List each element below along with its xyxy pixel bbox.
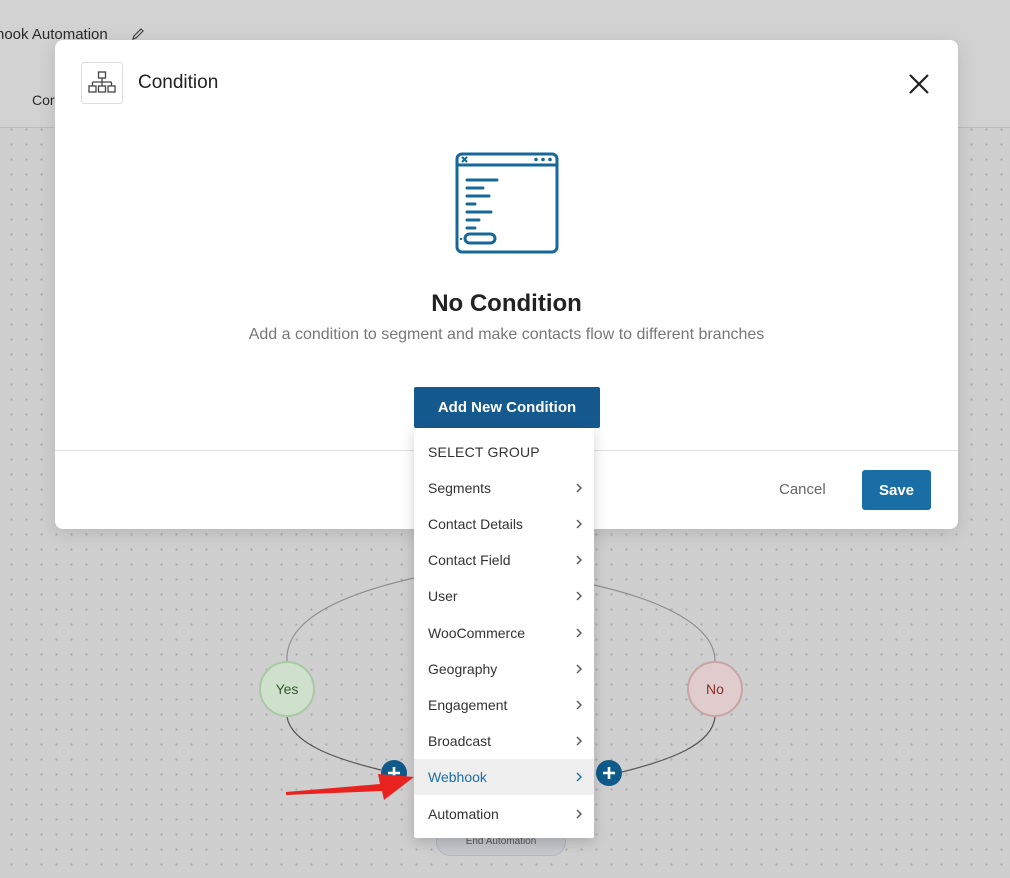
dropdown-item-label: Segments xyxy=(428,480,492,496)
chevron-right-icon xyxy=(576,700,582,710)
plus-icon xyxy=(603,767,615,779)
red-arrow-annotation xyxy=(286,774,414,800)
dropdown-item-contact-details[interactable]: Contact Details xyxy=(414,506,594,542)
empty-state-title: No Condition xyxy=(431,290,582,317)
no-label: No xyxy=(706,681,724,697)
condition-group-dropdown: SELECT GROUP Segments Contact Details Co… xyxy=(414,428,594,838)
chevron-right-icon xyxy=(576,664,582,674)
dropdown-item-label: Automation xyxy=(428,806,499,822)
dropdown-item-engagement[interactable]: Engagement xyxy=(414,687,594,723)
dropdown-header: SELECT GROUP xyxy=(428,444,540,460)
condition-icon-box xyxy=(81,62,123,104)
add-new-condition-button[interactable]: Add New Condition xyxy=(414,387,600,428)
dropdown-item-label: Webhook xyxy=(428,769,487,785)
chevron-right-icon xyxy=(576,519,582,529)
add-step-right-button[interactable] xyxy=(596,760,622,786)
dropdown-item-woocommerce[interactable]: WooCommerce xyxy=(414,615,594,651)
dropdown-item-contact-field[interactable]: Contact Field xyxy=(414,542,594,578)
no-branch-node[interactable]: No xyxy=(687,661,743,717)
dropdown-item-label: Contact Details xyxy=(428,516,523,532)
dropdown-item-broadcast[interactable]: Broadcast xyxy=(414,723,594,759)
dropdown-item-segments[interactable]: Segments xyxy=(414,470,594,506)
empty-state-subtitle: Add a condition to segment and make cont… xyxy=(248,326,765,343)
hierarchy-icon xyxy=(88,71,116,93)
dropdown-item-webhook[interactable]: Webhook xyxy=(414,759,594,795)
dropdown-item-label: Contact Field xyxy=(428,552,511,568)
tab-partial[interactable]: Cor xyxy=(32,92,55,108)
browser-window-icon xyxy=(455,152,559,254)
chevron-right-icon xyxy=(576,483,582,493)
chevron-right-icon xyxy=(576,736,582,746)
dropdown-item-automation[interactable]: Automation xyxy=(414,796,594,832)
yes-label: Yes xyxy=(275,681,299,697)
dropdown-item-label: Engagement xyxy=(428,697,508,713)
close-icon[interactable] xyxy=(908,73,930,95)
dropdown-item-label: User xyxy=(428,588,458,604)
save-button[interactable]: Save xyxy=(862,470,931,510)
dropdown-item-label: WooCommerce xyxy=(428,625,525,641)
dropdown-item-label: Geography xyxy=(428,661,498,677)
cancel-button[interactable]: Cancel xyxy=(779,481,826,498)
chevron-right-icon xyxy=(576,772,582,782)
dropdown-item-geography[interactable]: Geography xyxy=(414,651,594,687)
dropdown-item-label: Broadcast xyxy=(428,733,492,749)
dropdown-item-user[interactable]: User xyxy=(414,578,594,614)
chevron-right-icon xyxy=(576,591,582,601)
chevron-right-icon xyxy=(576,809,582,819)
modal-title: Condition xyxy=(138,72,219,93)
yes-branch-node[interactable]: Yes xyxy=(259,661,315,717)
chevron-right-icon xyxy=(576,555,582,565)
chevron-right-icon xyxy=(576,628,582,638)
